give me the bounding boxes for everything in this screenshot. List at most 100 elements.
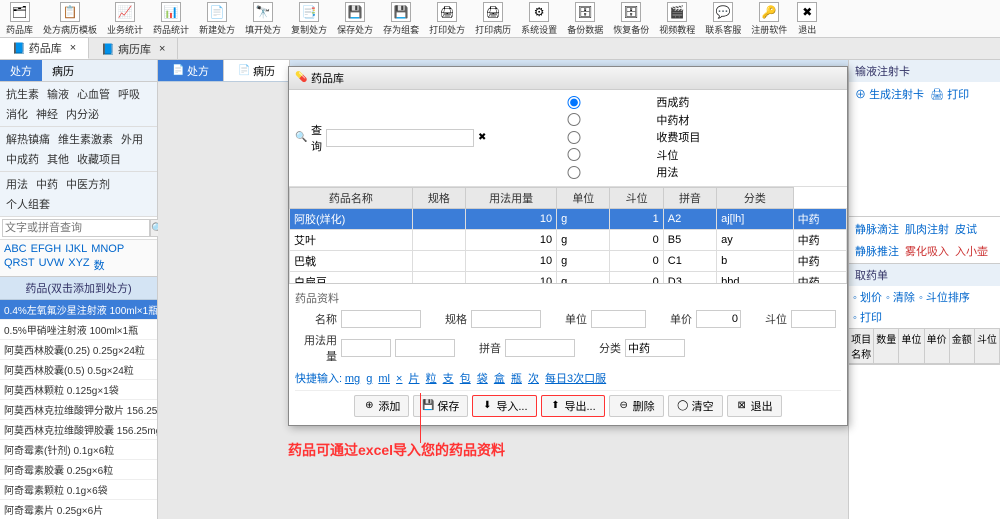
toolbar-8[interactable]: 💾存为组套 — [381, 1, 421, 37]
alpha-item[interactable]: QRST — [2, 256, 37, 274]
clear-icon[interactable]: ✖ — [478, 132, 486, 144]
toolbar-4[interactable]: 📄新建处方 — [197, 1, 237, 37]
pickup-tool[interactable]: ◦ 斗位排序 — [919, 289, 970, 305]
drug-item[interactable]: 阿奇霉素(针剂) 0.1g×6粒 — [0, 440, 157, 460]
drug-item[interactable]: 阿莫西林颗粒 0.125g×1袋 — [0, 380, 157, 400]
modal-btn-保存[interactable]: 💾保存 — [413, 395, 468, 417]
cat1-item[interactable]: 输液 — [43, 84, 73, 104]
pickup-tool[interactable]: ◦ 清除 — [886, 289, 915, 305]
drug-item[interactable]: 0.4%左氧氟沙星注射液 100ml×1瓶 — [0, 300, 157, 320]
alpha-item[interactable]: EFGH — [29, 242, 64, 256]
left-search-input[interactable] — [2, 219, 150, 237]
alpha-item[interactable]: 数 — [92, 256, 107, 274]
cat3-item[interactable]: 用法 — [2, 174, 32, 194]
left-tab-0[interactable]: 处方 — [0, 60, 42, 81]
drug-item[interactable]: 0.5%甲硝唑注射液 100ml×1瓶 — [0, 320, 157, 340]
close-icon[interactable]: × — [159, 43, 165, 55]
price-input[interactable] — [696, 310, 741, 328]
drug-item[interactable]: 阿奇霉素颗粒 0.1g×6袋 — [0, 480, 157, 500]
quick-link[interactable]: 每日3次口服 — [545, 373, 606, 385]
col-header[interactable]: 规格 — [412, 187, 465, 208]
inject-link[interactable]: 雾化吸入 — [905, 243, 949, 259]
toolbar-13[interactable]: 🗄恢复备份 — [611, 1, 651, 37]
cat2-item[interactable]: 解热镇痛 — [2, 129, 54, 149]
radio-3[interactable]: 斗位 — [494, 147, 678, 163]
inject-link[interactable]: 入小壶 — [955, 243, 988, 259]
spec-input[interactable] — [471, 310, 541, 328]
col-header[interactable]: 药品名称 — [290, 187, 413, 208]
quick-link[interactable]: 袋 — [477, 373, 488, 385]
toolbar-3[interactable]: 📊药品统计 — [151, 1, 191, 37]
alpha-item[interactable]: IJKL — [63, 242, 89, 256]
pickup-tool[interactable]: ◦ 打印 — [853, 309, 882, 325]
quick-link[interactable]: × — [396, 373, 402, 385]
drug-item[interactable]: 阿莫西林胶囊(0.25) 0.25g×24粒 — [0, 340, 157, 360]
inject-link[interactable]: 肌肉注射 — [905, 221, 949, 237]
pickup-tool[interactable]: ◦ 划价 — [853, 289, 882, 305]
cat2-item[interactable]: 收藏项目 — [73, 149, 125, 169]
toolbar-5[interactable]: 🔭填开处方 — [243, 1, 283, 37]
table-row[interactable]: 白扁豆10g0D3bbd中药 — [290, 271, 847, 283]
unit-input[interactable] — [591, 310, 646, 328]
toolbar-1[interactable]: 📋处方病历模板 — [41, 1, 99, 37]
col-header[interactable]: 单位 — [557, 187, 610, 208]
radio-0[interactable]: 西成药 — [494, 94, 689, 110]
usage-unit-input[interactable] — [395, 339, 455, 357]
table-row[interactable]: 巴戟10g0C1b中药 — [290, 250, 847, 271]
quick-link[interactable]: 包 — [460, 373, 471, 385]
radio-4[interactable]: 用法 — [494, 164, 678, 180]
table-row[interactable]: 艾叶10g0B5ay中药 — [290, 229, 847, 250]
col-header[interactable]: 斗位 — [610, 187, 663, 208]
drug-item[interactable]: 阿奇霉素片 0.25g×6片 — [0, 500, 157, 519]
douwei-input[interactable] — [791, 310, 836, 328]
tab-1[interactable]: 📘 病历库× — [89, 38, 178, 59]
toolbar-17[interactable]: ✖退出 — [795, 1, 819, 37]
cat2-item[interactable]: 其他 — [43, 149, 73, 169]
drug-item[interactable]: 阿莫西林克拉维酸钾分散片 156.25mg×18片 — [0, 400, 157, 420]
alpha-item[interactable]: XYZ — [66, 256, 91, 274]
cat2-item[interactable]: 外用 — [117, 129, 147, 149]
col-header[interactable]: 用法用量 — [466, 187, 557, 208]
cat3-item[interactable]: 个人组套 — [2, 194, 54, 214]
inject-link[interactable]: 静脉推注 — [855, 243, 899, 259]
quick-link[interactable]: 片 — [409, 373, 420, 385]
radio-2[interactable]: 收费项目 — [494, 129, 700, 145]
toolbar-11[interactable]: ⚙系统设置 — [519, 1, 559, 37]
cat3-item[interactable]: 中药 — [32, 174, 62, 194]
modal-btn-退出[interactable]: ⊠退出 — [727, 395, 782, 417]
quick-link[interactable]: 次 — [528, 373, 539, 385]
drug-list[interactable]: 0.4%左氧氟沙星注射液 100ml×1瓶0.5%甲硝唑注射液 100ml×1瓶… — [0, 300, 157, 519]
tab-0[interactable]: 📘 药品库× — [0, 38, 89, 59]
alpha-item[interactable]: UVW — [37, 256, 67, 274]
toolbar-7[interactable]: 💾保存处方 — [335, 1, 375, 37]
toolbar-12[interactable]: 🗄备份数据 — [565, 1, 605, 37]
cat1-item[interactable]: 呼吸 — [114, 84, 144, 104]
quick-link[interactable]: 盒 — [494, 373, 505, 385]
cat1-item[interactable]: 内分泌 — [62, 104, 103, 124]
quick-link[interactable]: 瓶 — [511, 373, 522, 385]
cat1-item[interactable]: 神经 — [32, 104, 62, 124]
quick-link[interactable]: ml — [378, 373, 390, 385]
toolbar-15[interactable]: 💬联系客服 — [703, 1, 743, 37]
cat1-item[interactable]: 心血管 — [73, 84, 114, 104]
table-row[interactable]: 阿胶(烊化)10g1A2aj[lh]中药 — [290, 208, 847, 229]
inject-link[interactable]: 皮试 — [955, 221, 977, 237]
drug-item[interactable]: 阿莫西林胶囊(0.5) 0.5g×24粒 — [0, 360, 157, 380]
toolbar-2[interactable]: 📈业务统计 — [105, 1, 145, 37]
center-tab-1[interactable]: 📄病历 — [224, 60, 290, 81]
close-icon[interactable]: × — [70, 42, 76, 54]
cat-input[interactable] — [625, 339, 685, 357]
modal-search-input[interactable] — [326, 129, 474, 147]
alpha-item[interactable]: MNOP — [89, 242, 126, 256]
pinyin-input[interactable] — [505, 339, 575, 357]
toolbar-0[interactable]: 🗂药品库 — [4, 1, 35, 37]
left-tab-1[interactable]: 病历 — [42, 60, 84, 81]
drug-item[interactable]: 阿奇霉素胶囊 0.25g×6粒 — [0, 460, 157, 480]
usage-input[interactable] — [341, 339, 391, 357]
quick-link[interactable]: g — [366, 373, 372, 385]
quick-link[interactable]: 支 — [443, 373, 454, 385]
quick-link[interactable]: 粒 — [426, 373, 437, 385]
toolbar-10[interactable]: 🖨打印病历 — [473, 1, 513, 37]
cat1-item[interactable]: 抗生素 — [2, 84, 43, 104]
name-input[interactable] — [341, 310, 421, 328]
